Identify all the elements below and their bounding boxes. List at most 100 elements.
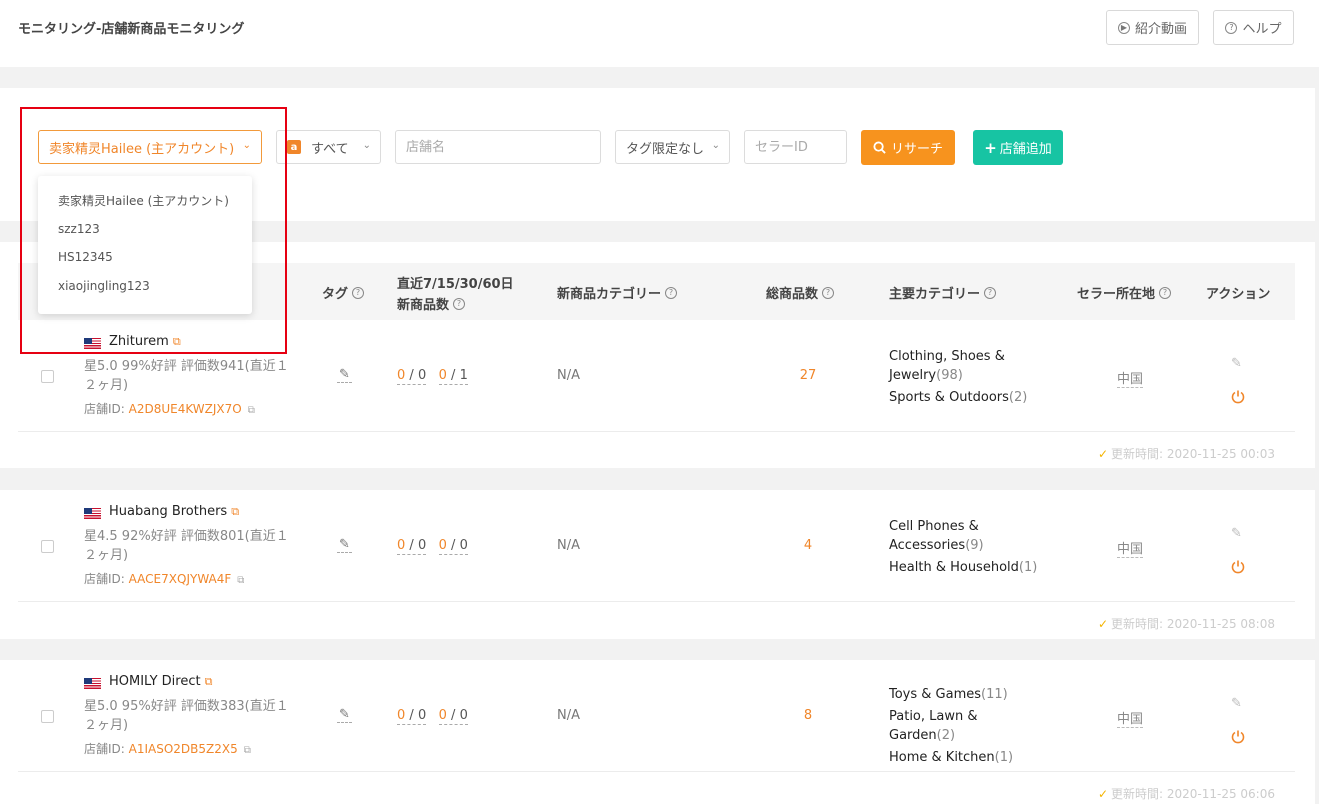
edit-tag-pencil-icon[interactable]: ✎	[337, 537, 352, 553]
category-line: Cell Phones & Accessories(9)	[889, 517, 1039, 555]
seller-id-input[interactable]	[755, 131, 846, 163]
recent-new-counts: 0 / 0 0 / 0	[397, 538, 468, 555]
power-icon[interactable]	[1230, 559, 1246, 575]
add-store-button[interactable]: + 店舗追加	[973, 130, 1063, 165]
header-tag: タグ ?	[322, 283, 365, 302]
new-60d: 1	[459, 368, 468, 383]
total-products-value[interactable]: 8	[795, 708, 821, 723]
power-icon[interactable]	[1230, 389, 1246, 405]
recent-new-counts: 0 / 0 0 / 1	[397, 368, 468, 385]
category-count: (1)	[1018, 560, 1038, 575]
header-total-products-label: 総商品数	[766, 287, 819, 302]
category-line: Clothing, Shoes & Jewelry(98)	[889, 347, 1039, 385]
store-name[interactable]: Huabang Brothers ⧉	[109, 504, 239, 519]
new-7-15[interactable]: 0 / 0	[397, 538, 427, 555]
store-name-input[interactable]	[406, 131, 600, 163]
store-name-text: HOMILY Direct	[109, 674, 201, 689]
account-select[interactable]: 卖家精灵Hailee (主アカウント) ⌄	[38, 130, 262, 164]
external-link-icon[interactable]: ⧉	[173, 335, 181, 349]
header-main-category-label: 主要カテゴリー	[889, 287, 981, 302]
help-icon[interactable]: ?	[1159, 286, 1172, 299]
row-checkbox[interactable]	[41, 370, 54, 383]
intro-video-button[interactable]: ▶ 紹介動画	[1106, 10, 1199, 45]
update-time: ✓ 更新時間: 2020-11-25 08:08	[1098, 615, 1275, 632]
store-id-label: 店舗ID:	[84, 742, 129, 756]
recent-new-counts: 0 / 0 0 / 0	[397, 708, 468, 725]
header-recent-new-line2-wrap: 新商品数 ?	[397, 294, 466, 313]
edit-icon[interactable]: ✎	[1231, 356, 1242, 371]
update-time: ✓ 更新時間: 2020-11-25 06:06	[1098, 785, 1275, 802]
main-categories: Clothing, Shoes & Jewelry(98) Sports & O…	[889, 347, 1039, 407]
help-icon[interactable]: ?	[665, 286, 678, 299]
help-icon[interactable]: ?	[984, 286, 997, 299]
update-time-text: 更新時間: 2020-11-25 00:03	[1111, 447, 1275, 461]
new-7d: 0	[397, 538, 406, 553]
external-link-icon[interactable]: ⧉	[205, 675, 213, 689]
external-link-icon[interactable]: ⧉	[248, 405, 255, 416]
amazon-icon: a	[287, 140, 301, 154]
header-recent-new: 直近7/15/30/60日 新商品数 ?	[397, 273, 514, 313]
row-checkbox[interactable]	[41, 540, 54, 553]
store-id-value[interactable]: A1IASO2DB5Z2X5	[129, 742, 238, 756]
new-30-60[interactable]: 0 / 1	[438, 368, 468, 385]
new-30-60[interactable]: 0 / 0	[438, 538, 468, 555]
tag-filter-label: タグ限定なし	[626, 141, 705, 157]
external-link-icon[interactable]: ⧉	[237, 575, 244, 586]
chevron-down-icon: ⌄	[711, 140, 720, 151]
store-id-value[interactable]: A2D8UE4KWZJX7O	[129, 402, 242, 416]
account-select-value: 卖家精灵Hailee (主アカウント)	[49, 141, 235, 157]
update-time: ✓ 更新時間: 2020-11-25 00:03	[1098, 445, 1275, 462]
external-link-icon[interactable]: ⧉	[244, 745, 251, 756]
research-button[interactable]: リサーチ	[861, 130, 955, 165]
store-block: Zhiturem ⧉ 星5.0 99%好評 評価数941(直近１２ヶ月) 店舗ID…	[0, 320, 1315, 468]
account-option[interactable]: xiaojingling123	[38, 272, 252, 301]
tag-filter-select[interactable]: タグ限定なし ⌄	[615, 130, 730, 164]
edit-tag-pencil-icon[interactable]: ✎	[337, 707, 352, 723]
store-id-value[interactable]: AACE7XQJYWA4F	[129, 572, 232, 586]
seller-id-box	[744, 130, 847, 164]
new-60d: 0	[459, 708, 468, 723]
power-icon[interactable]	[1230, 729, 1246, 745]
account-option[interactable]: HS12345	[38, 243, 252, 272]
plus-icon: +	[984, 138, 997, 157]
category-count: (98)	[936, 368, 963, 383]
store-rating: 星5.0 95%好評 評価数383(直近１２ヶ月)	[84, 699, 289, 733]
edit-icon[interactable]: ✎	[1231, 526, 1242, 541]
help-icon[interactable]: ?	[822, 286, 835, 299]
new-7-15[interactable]: 0 / 0	[397, 708, 427, 725]
store-name[interactable]: Zhiturem ⧉	[109, 334, 181, 349]
total-products-value[interactable]: 4	[795, 538, 821, 553]
seller-location-value: 中国	[1117, 368, 1144, 388]
account-option[interactable]: 卖家精灵Hailee (主アカウント)	[38, 186, 252, 215]
marketplace-select[interactable]: a すべて ⌄	[276, 130, 381, 164]
help-icon[interactable]: ?	[352, 286, 365, 299]
new-30d: 0	[438, 708, 447, 723]
row-checkbox[interactable]	[41, 710, 54, 723]
external-link-icon[interactable]: ⧉	[231, 505, 239, 519]
main-categories: Cell Phones & Accessories(9) Health & Ho…	[889, 517, 1039, 577]
store-id-label: 店舗ID:	[84, 402, 129, 416]
new-15d: 0	[417, 368, 427, 383]
category-name: Toys & Games	[889, 687, 982, 702]
edit-icon[interactable]: ✎	[1231, 696, 1242, 711]
store-name-text: Zhiturem	[109, 334, 169, 349]
new-30-60[interactable]: 0 / 0	[438, 708, 468, 725]
store-id: 店舗ID: A1IASO2DB5Z2X5 ⧉	[84, 740, 251, 757]
new-7d: 0	[397, 368, 406, 383]
account-option[interactable]: szz123	[38, 215, 252, 244]
edit-tag-pencil-icon[interactable]: ✎	[337, 367, 352, 383]
category-line: Patio, Lawn & Garden(2)	[889, 707, 1039, 745]
new-15d: 0	[417, 708, 427, 723]
seller-location-value: 中国	[1117, 538, 1144, 558]
new-7-15[interactable]: 0 / 0	[397, 368, 427, 385]
total-products-value[interactable]: 27	[795, 368, 821, 383]
category-name: Patio, Lawn & Garden	[889, 709, 978, 743]
new-category-value: N/A	[557, 538, 580, 553]
store-block: HOMILY Direct ⧉ 星5.0 95%好評 評価数383(直近１２ヶ月)…	[0, 660, 1315, 804]
header-action: アクション	[1206, 283, 1270, 302]
help-icon[interactable]: ?	[453, 297, 466, 310]
double-check-icon: ✓	[1097, 447, 1108, 461]
help-button[interactable]: ? ヘルプ	[1213, 10, 1294, 45]
store-name[interactable]: HOMILY Direct ⧉	[109, 674, 212, 689]
top-bar: モニタリング-店舗新商品モニタリング ▶ 紹介動画 ? ヘルプ	[0, 0, 1319, 67]
